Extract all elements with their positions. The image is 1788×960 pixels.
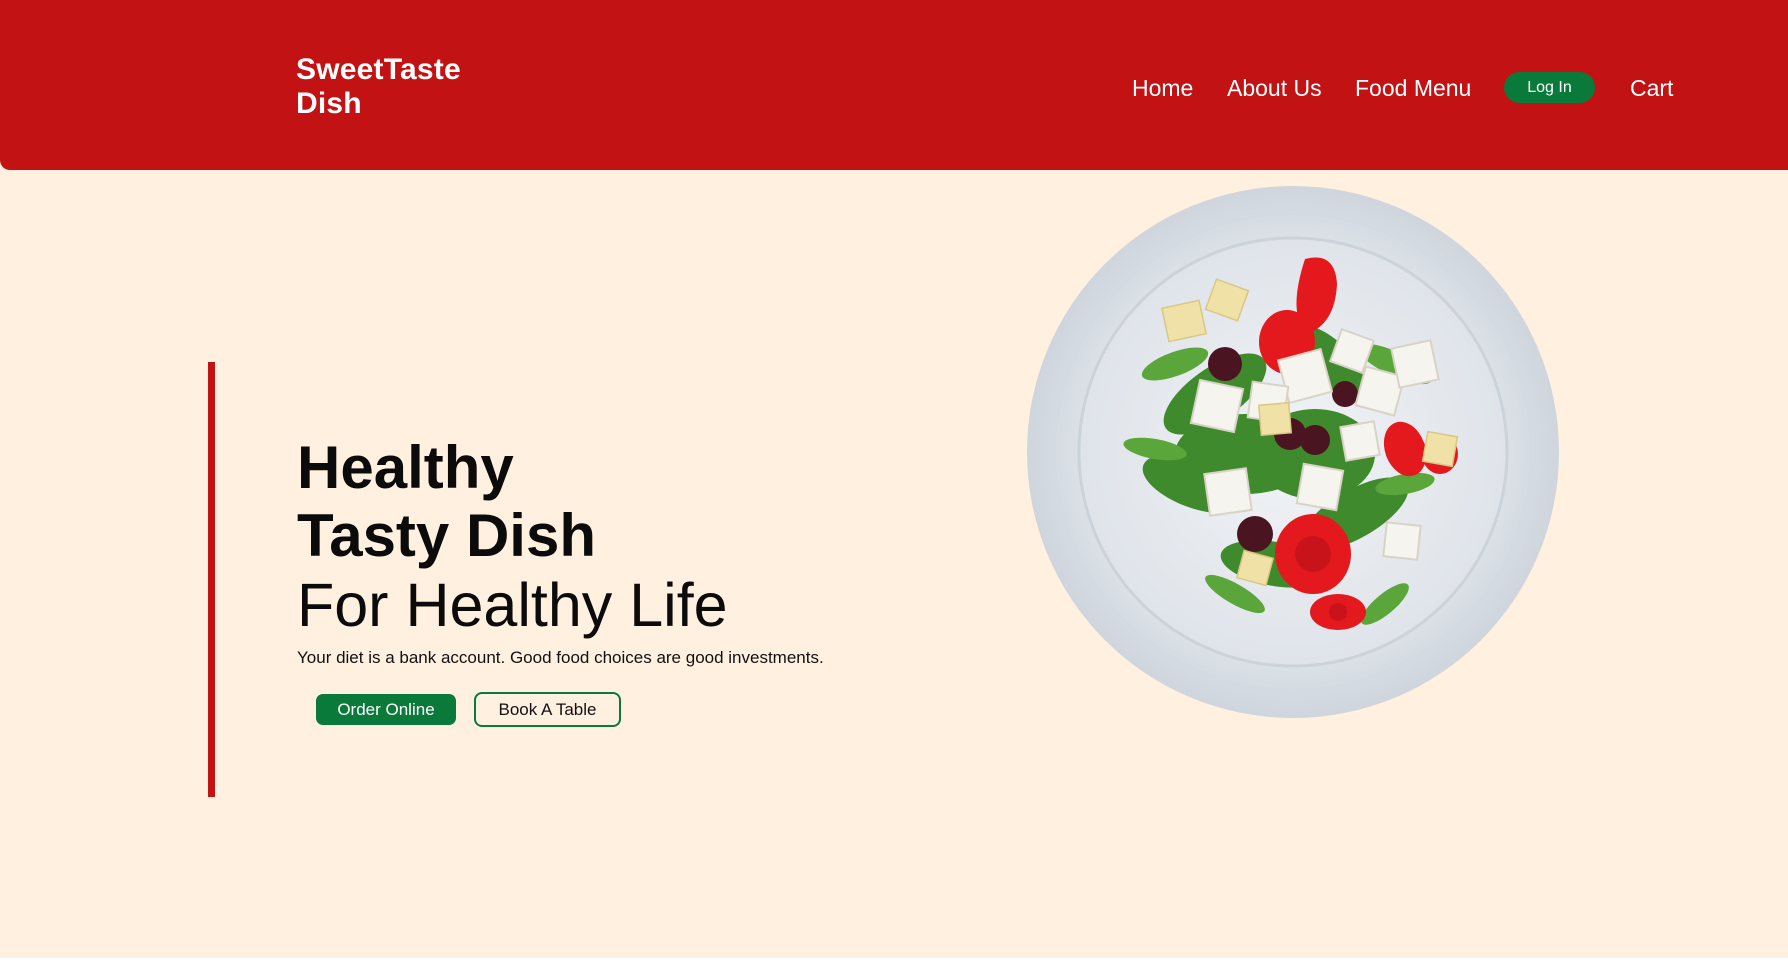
book-table-button[interactable]: Book A Table	[474, 692, 621, 727]
hero-tagline: Your diet is a bank account. Good food c…	[297, 648, 824, 667]
hero-accent-bar	[208, 362, 215, 797]
salad-plate-image	[1027, 186, 1559, 718]
login-button[interactable]: Log In	[1504, 72, 1595, 103]
brand-line-1: SweetTaste	[296, 53, 461, 86]
nav-cart-link[interactable]: Cart	[1630, 72, 1673, 104]
order-online-button[interactable]: Order Online	[316, 694, 456, 725]
nav-food-menu-link[interactable]: Food Menu	[1355, 72, 1471, 104]
brand-line-2: Dish	[296, 87, 362, 120]
hero-title-line-2: Tasty Dish	[297, 502, 596, 569]
hero-title-line-3: For Healthy Life	[297, 571, 728, 639]
page: SweetTaste Dish Home About Us Food Menu …	[0, 0, 1788, 960]
nav-about-link[interactable]: About Us	[1227, 72, 1322, 104]
nav-home-link[interactable]: Home	[1132, 72, 1193, 104]
viewport: SweetTaste Dish Home About Us Food Menu …	[0, 0, 1788, 958]
site-header: SweetTaste Dish Home About Us Food Menu …	[0, 0, 1788, 170]
brand-logo[interactable]: SweetTaste Dish	[296, 53, 516, 121]
hero-title-line-1: Healthy	[297, 434, 514, 501]
